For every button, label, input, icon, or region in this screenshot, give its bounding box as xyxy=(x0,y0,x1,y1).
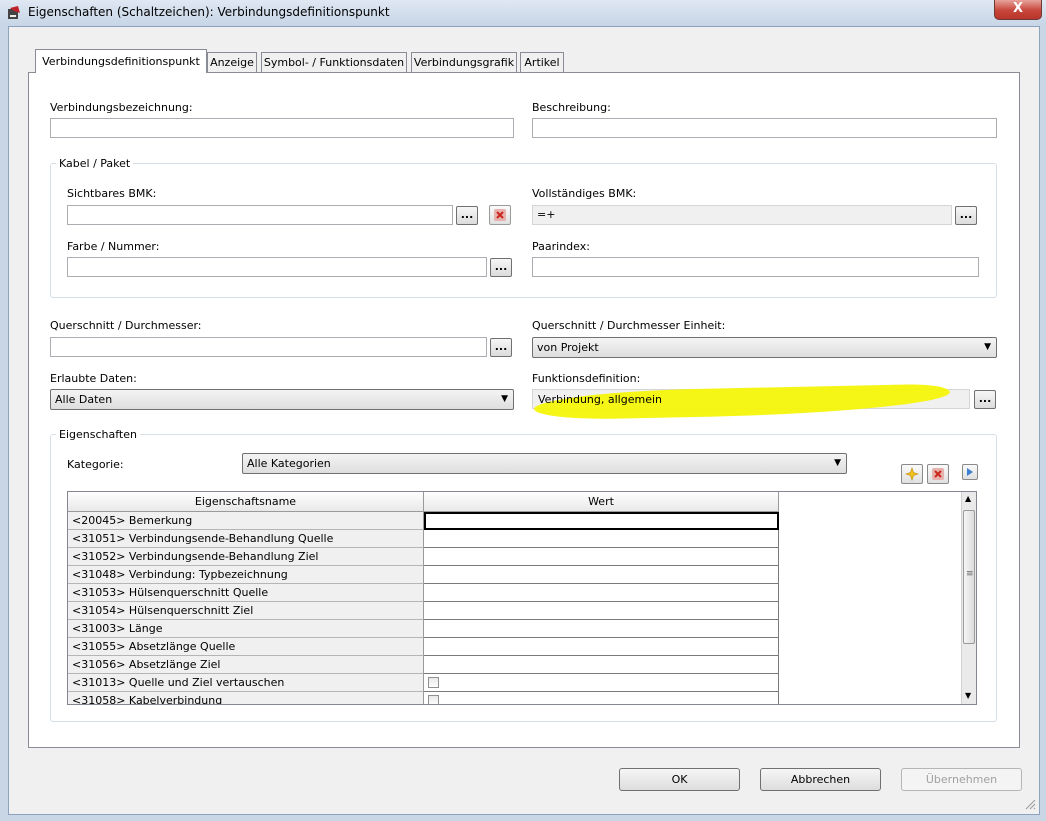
querschnitt-browse-button[interactable]: ... xyxy=(490,338,512,357)
column-header-wert[interactable]: Wert xyxy=(424,492,779,512)
scroll-up-icon[interactable]: ▲ xyxy=(965,494,971,503)
delete-icon xyxy=(932,468,944,480)
paarindex-input[interactable] xyxy=(532,257,979,277)
funktionsdefinition-value: Verbindung, allgemein xyxy=(538,393,662,406)
vollstaendiges-bmk-field: =+ xyxy=(532,205,952,225)
querschnitt-einheit-select[interactable]: von Projekt ▼ xyxy=(532,337,997,358)
funktionsdefinition-label: Funktionsdefinition: xyxy=(532,372,641,385)
ok-button[interactable]: OK xyxy=(619,768,740,791)
sichtbares-bmk-browse-button[interactable]: ... xyxy=(456,206,478,225)
kabel-paket-group xyxy=(50,163,997,298)
property-name-cell[interactable]: <31056> Absetzlänge Ziel xyxy=(68,656,424,674)
property-name-cell[interactable]: <31052> Verbindungsende-Behandlung Ziel xyxy=(68,548,424,566)
vollstaendiges-bmk-browse-button[interactable]: ... xyxy=(955,206,977,225)
property-checkbox[interactable] xyxy=(428,695,439,704)
tab-artikel[interactable]: Artikel xyxy=(520,52,564,72)
tab-verbindungsdefinitionspunkt[interactable]: Verbindungsdefinitionspunkt xyxy=(35,49,207,73)
property-value-cell[interactable] xyxy=(424,602,779,620)
property-name-cell[interactable]: <31055> Absetzlänge Quelle xyxy=(68,638,424,656)
property-name-cell[interactable]: <31048> Verbindung: Typbezeichnung xyxy=(68,566,424,584)
querschnitt-label: Querschnitt / Durchmesser: xyxy=(50,319,202,332)
property-name-cell[interactable]: <31054> Hülsenquerschnitt Ziel xyxy=(68,602,424,620)
verbindungsbezeichnung-label: Verbindungsbezeichnung: xyxy=(50,101,193,114)
property-name-cell[interactable]: <31051> Verbindungsende-Behandlung Quell… xyxy=(68,530,424,548)
beschreibung-label: Beschreibung: xyxy=(532,101,611,114)
property-value-cell[interactable] xyxy=(424,692,779,704)
querschnitt-einheit-value: von Projekt xyxy=(537,341,599,354)
chevron-down-icon: ▼ xyxy=(834,458,841,468)
property-value-cell[interactable] xyxy=(424,674,779,692)
farbe-nummer-input[interactable] xyxy=(67,257,487,277)
property-value-cell[interactable] xyxy=(424,548,779,566)
property-value-cell[interactable] xyxy=(424,530,779,548)
table-vertical-scrollbar[interactable]: ▲ ≡ ▼ xyxy=(961,492,976,704)
farbe-nummer-browse-button[interactable]: ... xyxy=(490,258,512,277)
kategorie-label: Kategorie: xyxy=(67,458,124,471)
properties-table: Eigenschaftsname Wert <20045> Bemerkung <… xyxy=(67,491,977,705)
vollstaendiges-bmk-label: Vollständiges BMK: xyxy=(532,187,637,200)
new-property-button[interactable] xyxy=(901,464,923,484)
title-bar: Eigenschaften (Schaltzeichen): Verbindun… xyxy=(0,0,1046,26)
verbindungsbezeichnung-input[interactable] xyxy=(50,118,514,138)
property-value-cell[interactable] xyxy=(424,638,779,656)
kategorie-select[interactable]: Alle Kategorien ▼ xyxy=(242,453,847,474)
window-title: Eigenschaften (Schaltzeichen): Verbindun… xyxy=(28,5,390,19)
property-value-cell[interactable] xyxy=(424,620,779,638)
kabel-paket-group-label: Kabel / Paket xyxy=(56,157,134,170)
property-name-cell[interactable]: <20045> Bemerkung xyxy=(68,512,424,530)
erlaubte-daten-select[interactable]: Alle Daten ▼ xyxy=(50,389,514,410)
apply-button: Übernehmen xyxy=(901,768,1022,791)
delete-bmk-button[interactable] xyxy=(489,205,511,225)
querschnitt-input[interactable] xyxy=(50,337,487,357)
move-right-button[interactable] xyxy=(962,464,978,480)
sichtbares-bmk-input[interactable] xyxy=(67,205,453,225)
delete-icon xyxy=(494,209,506,221)
property-name-cell[interactable]: <31013> Quelle und Ziel vertauschen xyxy=(68,674,424,692)
tab-anzeige[interactable]: Anzeige xyxy=(207,52,257,72)
grip-icon: ≡ xyxy=(966,569,974,579)
property-name-cell[interactable]: <31058> Kabelverbindung xyxy=(68,692,424,704)
delete-property-button[interactable] xyxy=(927,464,949,484)
app-icon xyxy=(8,6,20,19)
querschnitt-einheit-label: Querschnitt / Durchmesser Einheit: xyxy=(532,319,726,332)
resize-grip-icon[interactable] xyxy=(1024,798,1036,810)
column-header-eigenschaftsname[interactable]: Eigenschaftsname xyxy=(68,492,424,512)
property-value-cell[interactable] xyxy=(424,656,779,674)
erlaubte-daten-label: Erlaubte Daten: xyxy=(50,372,137,385)
erlaubte-daten-value: Alle Daten xyxy=(55,393,113,406)
funktionsdefinition-browse-button[interactable]: ... xyxy=(974,390,996,409)
chevron-down-icon: ▼ xyxy=(501,394,508,404)
cancel-button[interactable]: Abbrechen xyxy=(760,768,881,791)
property-checkbox[interactable] xyxy=(428,677,439,688)
property-name-cell[interactable]: <31053> Hülsenquerschnitt Quelle xyxy=(68,584,424,602)
sichtbares-bmk-label: Sichtbares BMK: xyxy=(67,187,157,200)
property-value-cell[interactable] xyxy=(424,566,779,584)
paarindex-label: Paarindex: xyxy=(532,240,590,253)
beschreibung-input[interactable] xyxy=(532,118,997,138)
chevron-down-icon: ▼ xyxy=(984,342,991,352)
kategorie-value: Alle Kategorien xyxy=(247,457,331,470)
property-value-cell[interactable] xyxy=(424,584,779,602)
property-value-cell[interactable] xyxy=(424,512,779,530)
play-arrow-icon xyxy=(967,468,973,476)
eigenschaften-group-label: Eigenschaften xyxy=(56,428,140,441)
property-name-cell[interactable]: <31003> Länge xyxy=(68,620,424,638)
new-star-icon xyxy=(905,467,919,481)
scroll-thumb[interactable]: ≡ xyxy=(963,510,975,644)
farbe-nummer-label: Farbe / Nummer: xyxy=(67,240,160,253)
scroll-down-icon[interactable]: ▼ xyxy=(965,691,971,700)
window-close-button[interactable]: X xyxy=(994,0,1042,20)
tab-symbol-funktionsdaten[interactable]: Symbol- / Funktionsdaten xyxy=(261,52,407,72)
tab-verbindungsgrafik[interactable]: Verbindungsgrafik xyxy=(411,52,517,72)
